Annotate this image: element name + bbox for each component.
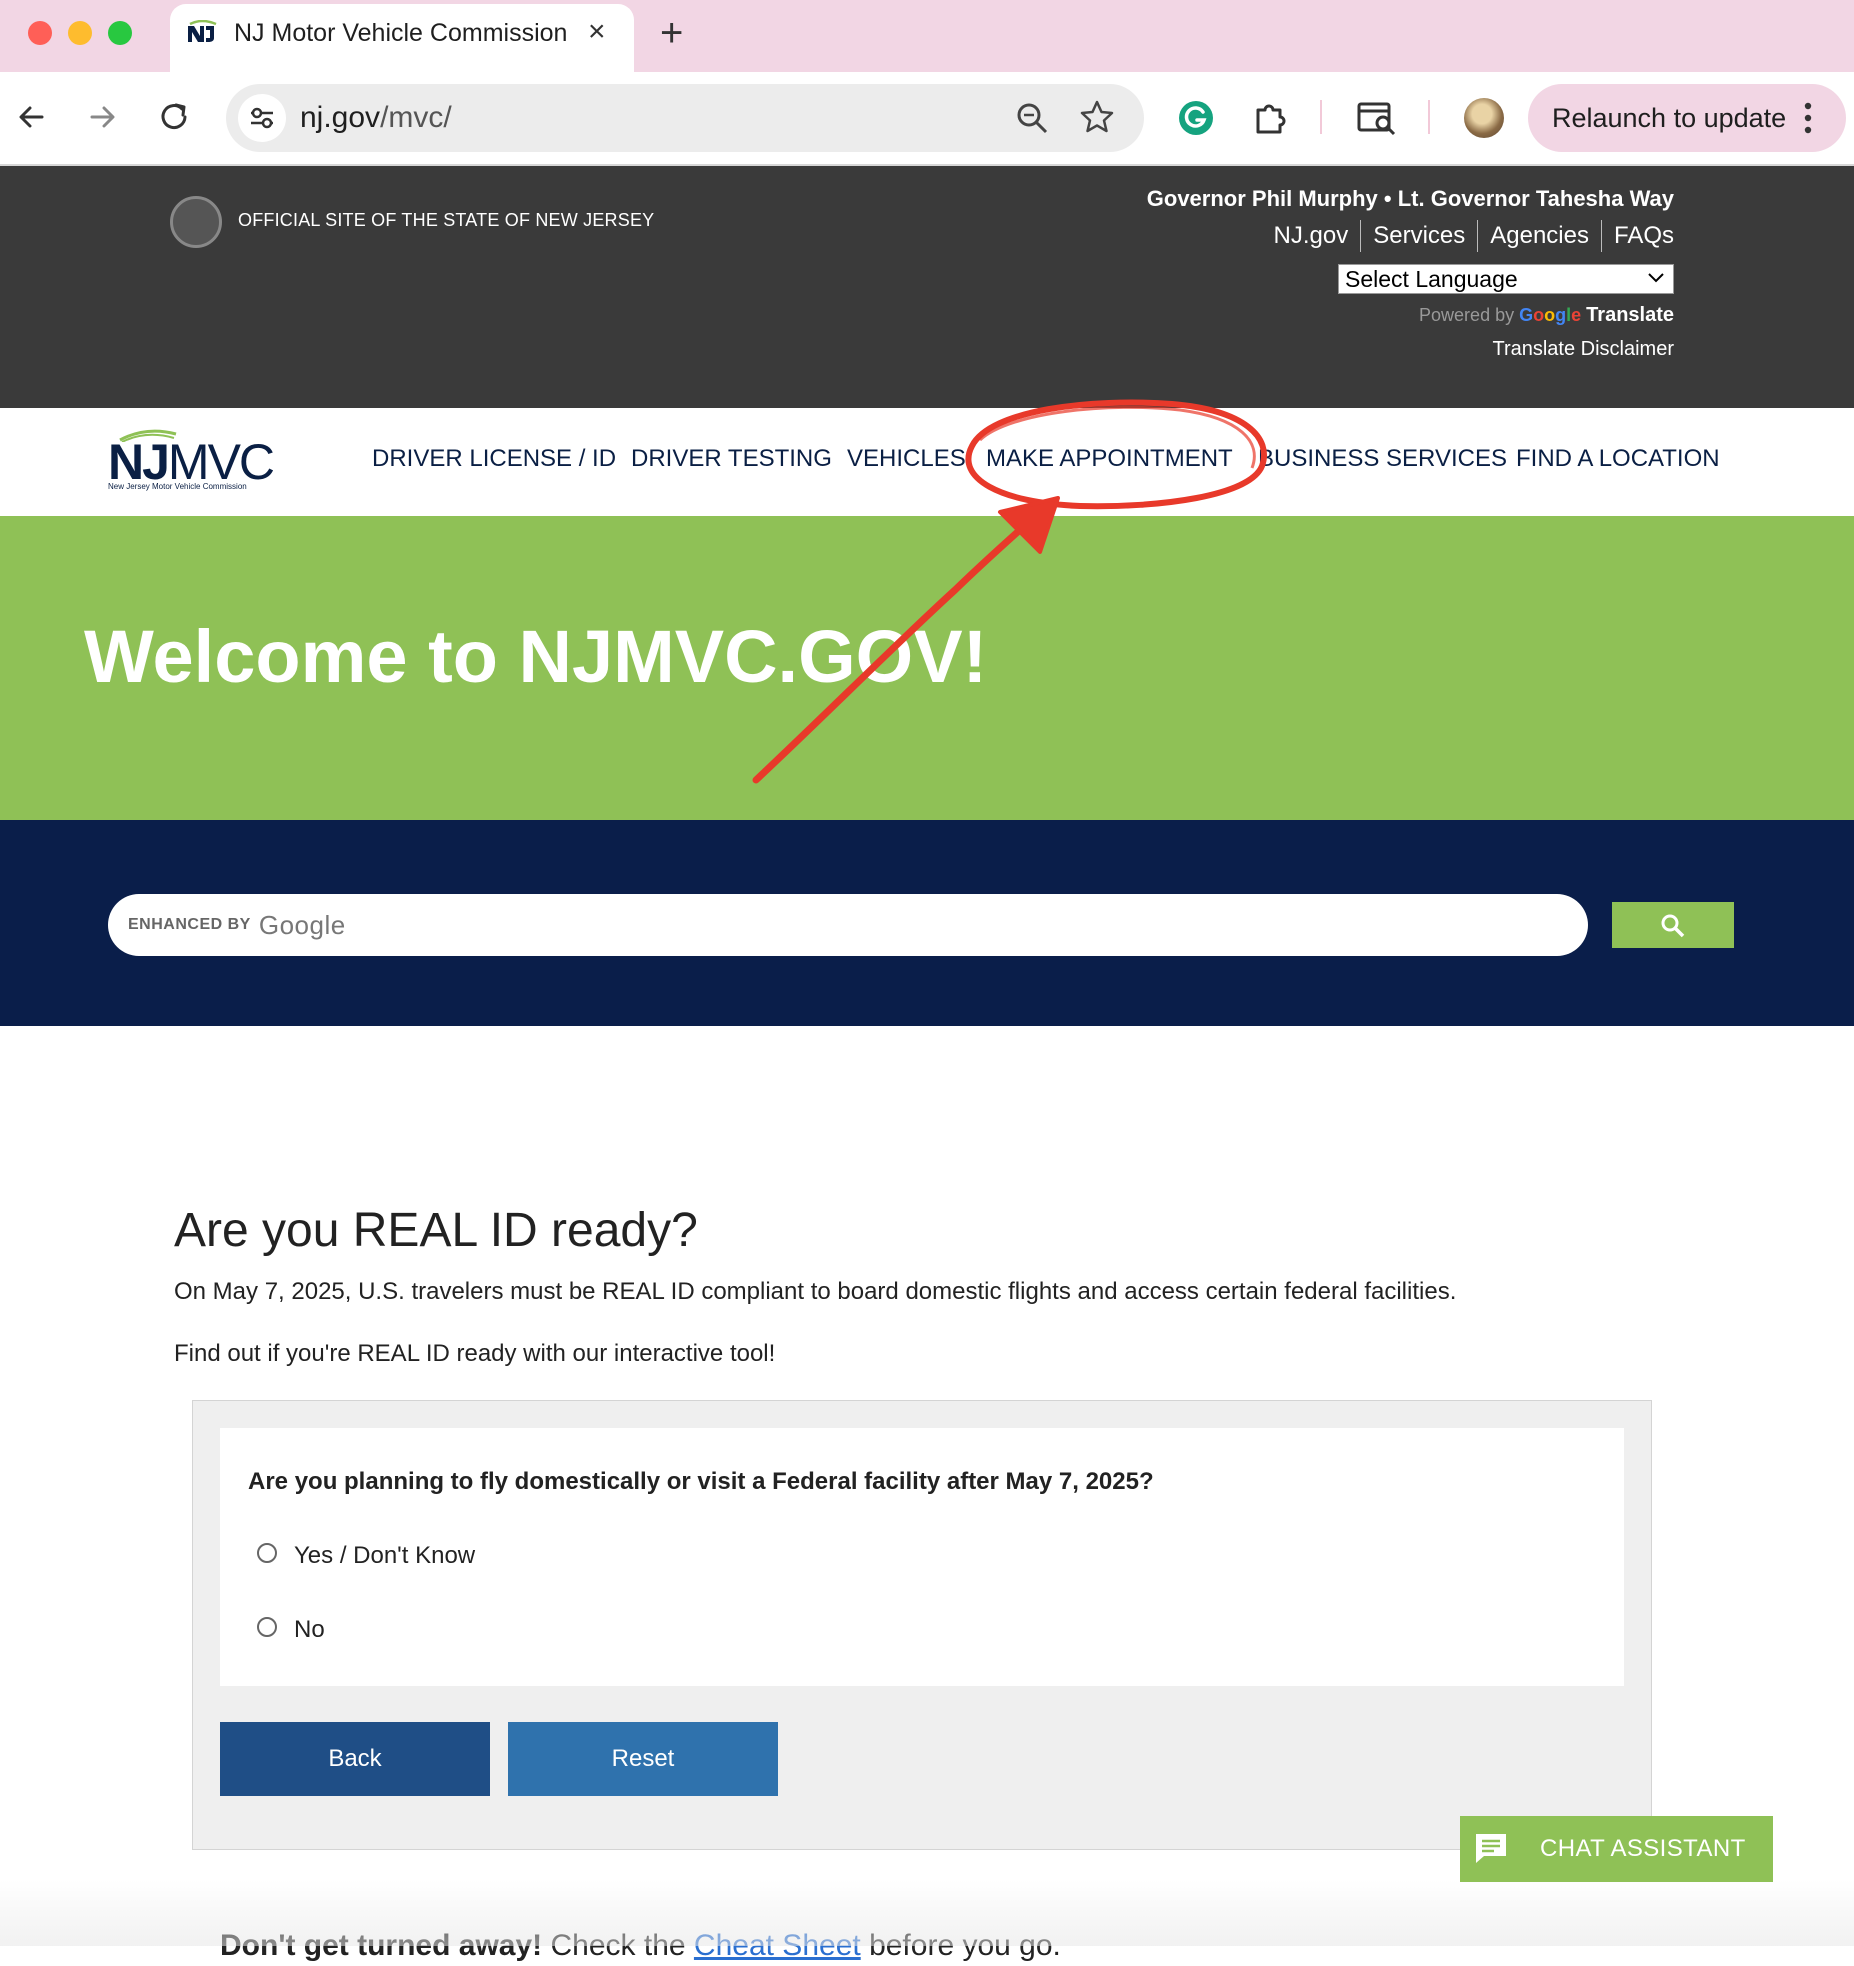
powered-by-label: Powered by [1419, 305, 1515, 325]
link-agencies[interactable]: Agencies [1477, 220, 1601, 252]
grammarly-extension-icon[interactable] [1176, 98, 1216, 138]
official-site-label: OFFICIAL SITE OF THE STATE OF NEW JERSEY [238, 210, 655, 230]
cheat-sheet-notice: Don't get turned away! Check the Cheat S… [220, 1926, 1061, 1966]
nav-find-a-location[interactable]: FIND A LOCATION [1516, 444, 1720, 474]
njmvc-favicon-icon [188, 20, 217, 42]
tab-title: NJ Motor Vehicle Commission [234, 19, 568, 47]
close-window-button[interactable] [28, 21, 52, 45]
google-logo: Google [1519, 305, 1582, 325]
reload-icon[interactable] [152, 95, 196, 139]
powered-by-google-translate: Powered by Google Translate [1419, 302, 1674, 328]
link-faqs[interactable]: FAQs [1600, 220, 1674, 252]
translate-disclaimer-link[interactable]: Translate Disclaimer [1492, 336, 1674, 362]
tab-close-icon[interactable]: × [588, 14, 606, 50]
realid-tool-intro: Find out if you're REAL ID ready with ou… [174, 1340, 776, 1367]
enhanced-by-label: ENHANCED BY [128, 916, 251, 934]
extensions-puzzle-icon[interactable] [1250, 98, 1290, 138]
translate-label[interactable]: Translate [1586, 304, 1674, 326]
realid-heading: Are you REAL ID ready? [174, 1204, 698, 1257]
chevron-down-icon [1648, 273, 1664, 283]
toolbar-divider [1428, 100, 1430, 134]
new-tab-icon[interactable]: + [660, 8, 683, 58]
minimize-window-button[interactable] [68, 21, 92, 45]
bookmark-star-icon[interactable] [1078, 98, 1116, 136]
back-arrow-icon[interactable] [10, 95, 54, 139]
governor-text: Governor Phil Murphy • Lt. Governor Tahe… [1146, 186, 1674, 211]
radio-no[interactable] [257, 1617, 277, 1637]
search-icon [1661, 914, 1685, 938]
realid-question: Are you planning to fly domestically or … [248, 1468, 1154, 1495]
nav-driver-license[interactable]: DRIVER LICENSE / ID [372, 444, 616, 474]
enhanced-by-google: ENHANCED BY Google [128, 912, 346, 938]
forward-arrow-icon[interactable] [80, 95, 124, 139]
chat-bubble-icon [1476, 1834, 1506, 1863]
option-label-no[interactable]: No [294, 1614, 325, 1646]
nav-driver-testing[interactable]: DRIVER TESTING [631, 444, 832, 474]
logo-subtitle: New Jersey Motor Vehicle Commission [108, 482, 247, 491]
nav-vehicles[interactable]: VEHICLES [847, 444, 966, 474]
zoom-magnifier-icon[interactable] [1014, 100, 1050, 136]
url-text[interactable]: nj.gov/mvc/ [300, 98, 452, 138]
site-settings-icon [251, 107, 273, 129]
language-select[interactable]: Select Language [1338, 264, 1674, 294]
hero-title: Welcome to NJMVC.GOV! [84, 615, 988, 698]
zoom-window-button[interactable] [108, 21, 132, 45]
link-njgov[interactable]: NJ.gov [1262, 220, 1361, 252]
url-path: /mvc/ [380, 101, 452, 134]
radio-yes-dont-know[interactable] [257, 1543, 277, 1563]
back-button[interactable]: Back [220, 1722, 490, 1796]
toolbar-divider [1320, 100, 1322, 134]
google-wordmark: Google [258, 910, 346, 940]
relaunch-label: Relaunch to update [1552, 103, 1787, 133]
reset-button[interactable]: Reset [508, 1722, 778, 1796]
header-links: NJ.gov Services Agencies FAQs [1262, 220, 1674, 252]
logo-swoosh-icon [119, 429, 177, 442]
url-domain: nj.gov [300, 101, 381, 134]
chat-assistant-label: CHAT ASSISTANT [1540, 1835, 1746, 1862]
nav-make-appointment[interactable]: MAKE APPOINTMENT [986, 444, 1233, 474]
option-label-yes[interactable]: Yes / Don't Know [294, 1540, 475, 1572]
more-menu-icon[interactable] [1800, 100, 1816, 136]
link-services[interactable]: Services [1360, 220, 1477, 252]
profile-avatar[interactable] [1464, 98, 1504, 138]
realid-description: On May 7, 2025, U.S. travelers must be R… [174, 1278, 1457, 1305]
nj-state-seal [170, 196, 222, 248]
tab-search-icon[interactable] [1356, 98, 1398, 138]
language-select-value: Select Language [1345, 266, 1518, 292]
nav-business-services[interactable]: BUSINESS SERVICES [1258, 444, 1507, 474]
